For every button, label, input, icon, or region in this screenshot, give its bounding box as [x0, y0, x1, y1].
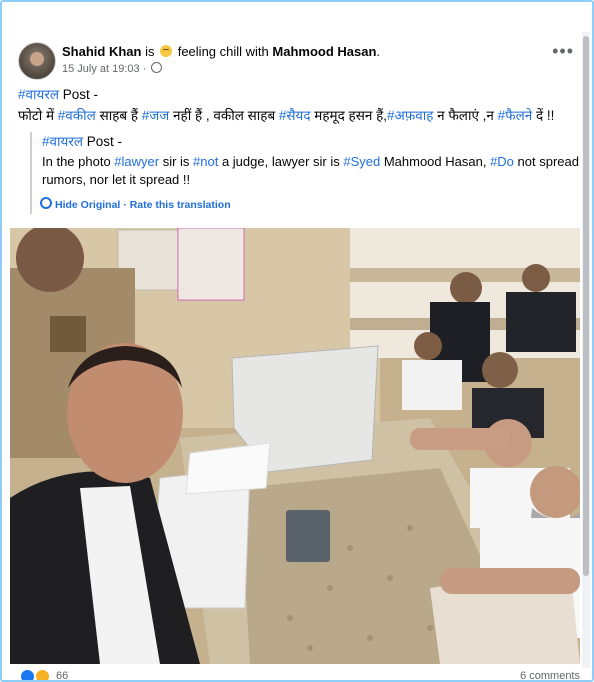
hashtag[interactable]: #जज: [142, 108, 170, 123]
text-span: दें !!: [532, 108, 555, 123]
text-span: साहब हैं: [95, 108, 142, 123]
reaction-icons[interactable]: [20, 669, 51, 680]
like-reaction-icon: [20, 669, 35, 680]
text-span: Post -: [83, 134, 123, 149]
text-span: फोटो में: [18, 108, 58, 123]
text-span: न फैलाएं ,न: [433, 108, 498, 123]
text-span: a judge, lawyer sir is: [218, 154, 344, 169]
hashtag[interactable]: #Syed: [343, 154, 380, 169]
post-footer: 66 6 comments: [16, 666, 586, 680]
gear-icon: [40, 197, 52, 209]
feeling-text: feeling chill with: [177, 44, 269, 59]
author-avatar[interactable]: [18, 42, 56, 80]
post-timestamp[interactable]: 15 July at 19:03: [62, 63, 140, 75]
hashtag[interactable]: #lawyer: [114, 154, 159, 169]
hashtag[interactable]: #सैयद: [279, 108, 311, 123]
hashtag[interactable]: #अफ़वाह: [387, 108, 433, 123]
hashtag[interactable]: #वायरल: [18, 87, 59, 102]
author-name[interactable]: Shahid Khan: [62, 44, 141, 59]
post-photo[interactable]: [10, 228, 580, 664]
hashtag[interactable]: #वकील: [58, 108, 96, 123]
hashtag[interactable]: #फैलने: [498, 108, 533, 123]
rate-translation-link[interactable]: Rate this translation: [130, 199, 231, 211]
post-text: #वायरल Post - फोटो में #वकील साहब हैं #ज…: [18, 84, 578, 126]
link-separator: ·: [120, 199, 130, 211]
post-card: Shahid Khan is feeling chill with Mahmoo…: [0, 0, 594, 682]
globe-icon[interactable]: [151, 62, 163, 73]
text-span: Mahmood Hasan,: [380, 154, 491, 169]
text-span: महमूद हसन हैं,: [310, 108, 387, 123]
hashtag[interactable]: #वायरल: [42, 134, 83, 149]
translation-links: Hide Original · Rate this translation: [40, 197, 231, 211]
more-dots-icon[interactable]: •••: [552, 42, 574, 60]
text-span: sir is: [159, 154, 194, 169]
post-meta: 15 July at 19:03 ·: [62, 62, 163, 75]
reaction-count[interactable]: 66: [56, 670, 68, 680]
text-span: नहीं हैं , वकील साहब: [169, 108, 279, 123]
meta-dot: ·: [142, 63, 147, 75]
text-span: Post -: [59, 87, 99, 102]
photo-illustration: [10, 228, 580, 664]
care-reaction-icon: [35, 669, 51, 680]
tagged-end: .: [376, 44, 381, 59]
author-line: Shahid Khan is feeling chill with Mahmoo…: [62, 44, 380, 59]
comments-count[interactable]: 6 comments: [520, 670, 580, 680]
hashtag[interactable]: #not: [193, 154, 218, 169]
hashtag[interactable]: #Do: [490, 154, 514, 169]
hide-original-link[interactable]: Hide Original: [55, 199, 120, 211]
is-text: is: [145, 44, 155, 59]
relieved-emoji-icon: [160, 45, 173, 57]
tagged-name[interactable]: Mahmood Hasan: [272, 44, 376, 59]
scrollbar-thumb[interactable]: [583, 36, 589, 576]
post-header: Shahid Khan is feeling chill with Mahmoo…: [18, 42, 578, 80]
text-span: In the photo: [42, 154, 115, 169]
